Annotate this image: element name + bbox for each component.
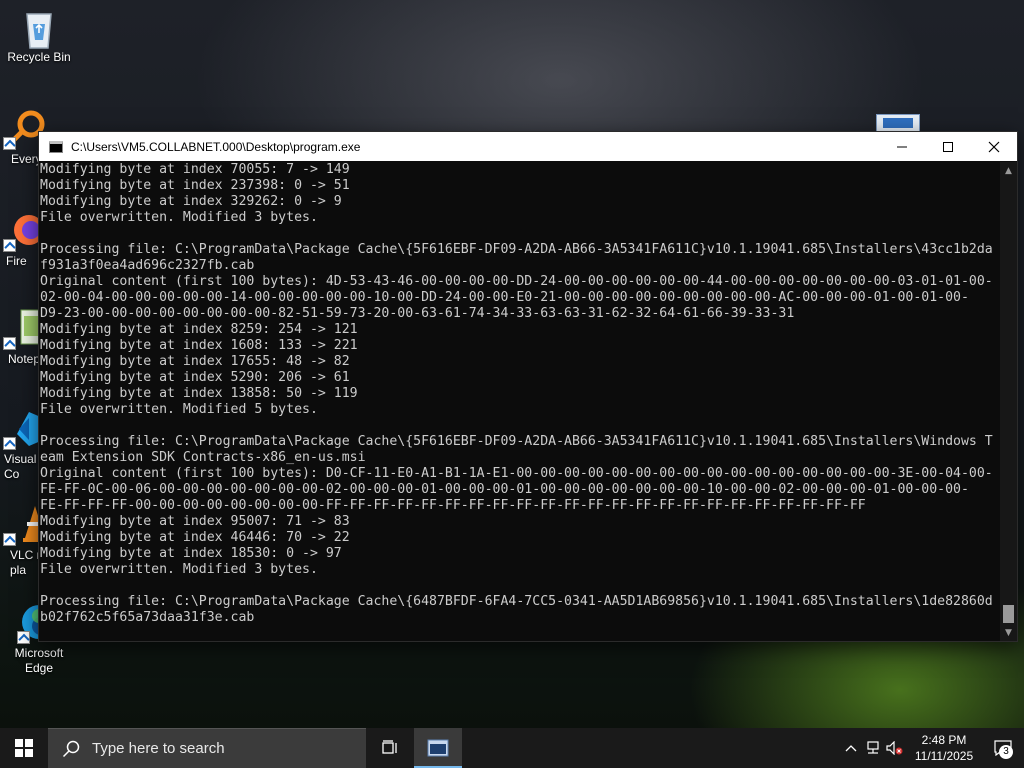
maximize-button[interactable] [925, 132, 971, 161]
shortcut-arrow-icon [3, 533, 16, 546]
console-line: Processing file: C:\ProgramData\Package … [40, 242, 993, 257]
window-thumbnail-icon [883, 118, 913, 128]
window-title: C:\Users\VM5.COLLABNET.000\Desktop\progr… [71, 139, 361, 154]
shortcut-arrow-icon [17, 631, 30, 644]
console-line: eam Extension SDK Contracts-x86_en-us.ms… [40, 450, 366, 465]
network-icon [867, 741, 879, 754]
console-text: Modifying byte at index 70055: 7 -> 149 M… [39, 162, 1000, 626]
console-scrollbar[interactable]: ▲ ▼ [1000, 162, 1017, 641]
console-line: Modifying byte at index 13858: 50 -> 119 [40, 386, 358, 401]
desktop-icon-label: Microsoft Edge [14, 646, 64, 675]
console-line: Modifying byte at index 46446: 70 -> 22 [40, 530, 350, 545]
taskbar-clock[interactable]: 2:48 PM 11/11/2025 [906, 732, 982, 764]
shortcut-arrow-icon [3, 337, 16, 350]
console-line: Modifying byte at index 17655: 48 -> 82 [40, 354, 350, 369]
shortcut-arrow-icon [3, 239, 16, 252]
console-line: Processing file: C:\ProgramData\Package … [40, 434, 993, 449]
desktop-icon-label: Recycle Bin [7, 50, 71, 64]
scroll-down-button[interactable]: ▼ [1000, 624, 1017, 641]
console-app-icon [49, 140, 63, 153]
console-line: Modifying byte at index 329262: 0 -> 9 [40, 194, 342, 209]
console-line: Processing file: C:\ProgramData\Package … [40, 594, 993, 609]
windows-logo-icon [15, 739, 33, 757]
console-line: Modifying byte at index 1608: 133 -> 221 [40, 338, 358, 353]
console-line: D9-23-00-00-00-00-00-00-00-00-82-51-59-7… [40, 306, 795, 321]
chevron-up-icon: ▲ [1005, 165, 1012, 176]
shortcut-arrow-icon [3, 437, 16, 450]
console-line: b02f762c5f65a73daa31f3e.cab [40, 610, 255, 625]
volume-muted-icon [886, 741, 903, 755]
notification-count-badge: 3 [999, 745, 1013, 759]
volume-button[interactable] [884, 728, 906, 768]
close-icon [988, 141, 1000, 152]
task-view-button[interactable] [366, 728, 414, 768]
console-line: Modifying byte at index 237398: 0 -> 51 [40, 178, 350, 193]
recycle-bin-icon [19, 6, 59, 49]
taskbar-app-console[interactable] [414, 728, 462, 768]
console-line: Modifying byte at index 8259: 254 -> 121 [40, 322, 358, 337]
scroll-up-button[interactable]: ▲ [1000, 162, 1017, 179]
console-line: FE-FF-0C-00-06-00-00-00-00-00-00-00-02-0… [40, 482, 969, 497]
search-placeholder: Type here to search [92, 740, 225, 757]
taskbar: Type here to search 2:48 PM 11/11/2025 3 [0, 728, 1024, 768]
system-tray: 2:48 PM 11/11/2025 3 [840, 728, 1024, 768]
console-line: File overwritten. Modified 3 bytes. [40, 562, 318, 577]
console-line: Modifying byte at index 18530: 0 -> 97 [40, 546, 342, 561]
console-line: File overwritten. Modified 3 bytes. [40, 210, 318, 225]
maximize-icon [943, 141, 953, 152]
console-window[interactable]: C:\Users\VM5.COLLABNET.000\Desktop\progr… [38, 131, 1018, 642]
console-line: File overwritten. Modified 5 bytes. [40, 402, 318, 417]
clock-time: 2:48 PM [921, 733, 967, 747]
console-line: Modifying byte at index 5290: 206 -> 61 [40, 370, 350, 385]
console-line: 02-00-04-00-00-00-00-00-14-00-00-00-00-0… [40, 290, 969, 305]
console-line: FE-FF-FF-FF-00-00-00-00-00-00-00-00-FF-F… [40, 498, 866, 513]
console-line: Original content (first 100 bytes): D0-C… [40, 466, 993, 481]
window-titlebar[interactable]: C:\Users\VM5.COLLABNET.000\Desktop\progr… [39, 132, 1017, 161]
console-line: Modifying byte at index 70055: 7 -> 149 [40, 162, 350, 177]
console-line: f931a3f0ea4ad696c2327fb.cab [40, 258, 255, 273]
console-line: Original content (first 100 bytes): 4D-5… [40, 274, 993, 289]
chevron-down-icon: ▼ [1005, 627, 1012, 638]
minimize-icon [897, 146, 907, 147]
action-center-button[interactable]: 3 [982, 728, 1024, 768]
task-view-icon [382, 740, 397, 754]
network-button[interactable] [862, 728, 884, 768]
clock-date: 11/11/2025 [914, 749, 974, 763]
console-app-icon [427, 739, 449, 757]
console-line: Modifying byte at index 95007: 71 -> 83 [40, 514, 350, 529]
chevron-up-icon [845, 745, 857, 752]
search-icon [62, 740, 80, 757]
taskbar-search-box[interactable]: Type here to search [48, 728, 366, 768]
start-button[interactable] [0, 728, 48, 768]
scrollbar-thumb[interactable] [1003, 605, 1014, 623]
minimize-button[interactable] [879, 132, 925, 161]
desktop-icon-recycle-bin[interactable]: Recycle Bin [0, 6, 78, 65]
shortcut-arrow-icon [3, 137, 16, 150]
show-hidden-icons-button[interactable] [840, 728, 862, 768]
console-output[interactable]: Modifying byte at index 70055: 7 -> 149 M… [39, 162, 1000, 641]
close-button[interactable] [971, 132, 1017, 161]
